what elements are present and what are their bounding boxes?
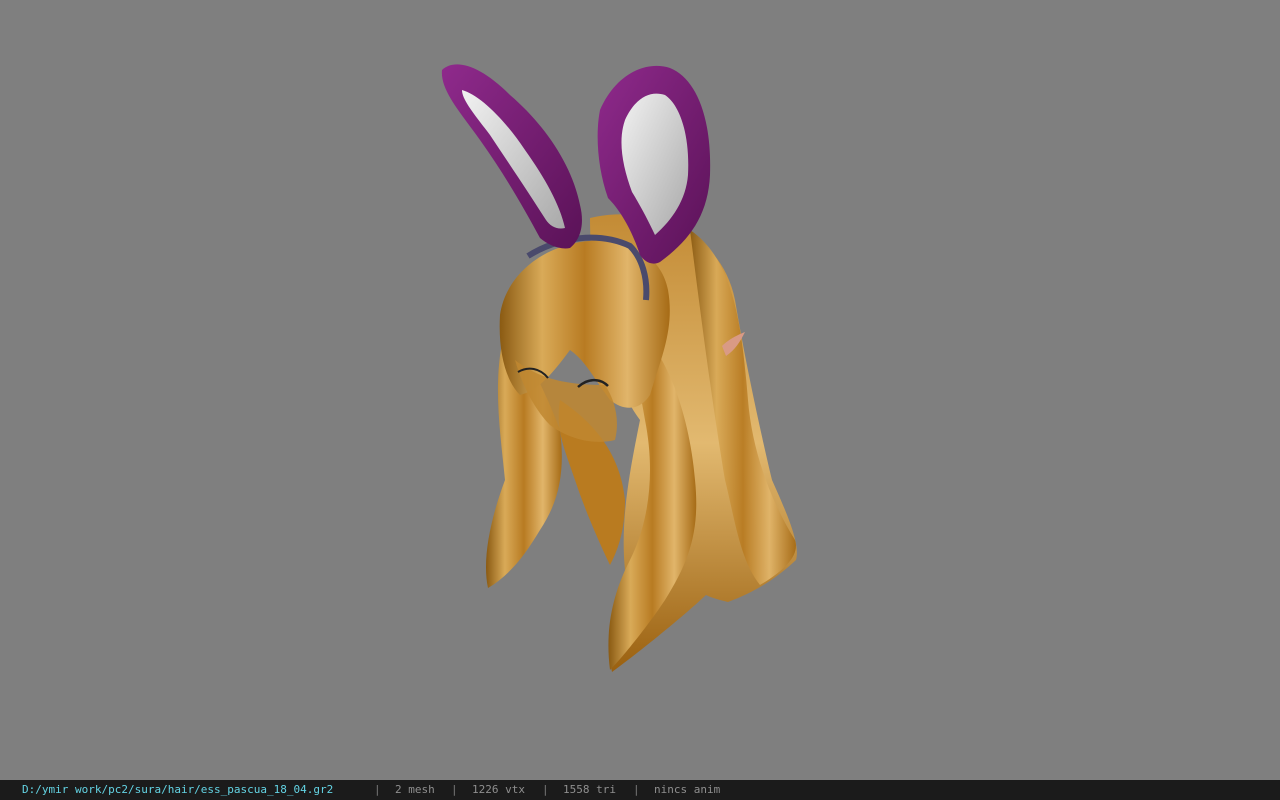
separator: | [374, 783, 381, 796]
separator: | [451, 783, 458, 796]
anim-status: nincs anim [654, 783, 721, 796]
vertex-count: 1226 vtx [472, 783, 525, 796]
separator: | [542, 783, 549, 796]
triangle-count: 1558 tri [563, 783, 616, 796]
separator: | [633, 783, 640, 796]
status-bar: D:/ymir work/pc2/sura/hair/ess_pascua_18… [0, 780, 1280, 800]
hair-model-render [441, 64, 797, 672]
file-path: D:/ymir work/pc2/sura/hair/ess_pascua_18… [22, 783, 334, 796]
mesh-count: 2 mesh [395, 783, 435, 796]
3d-viewport[interactable] [0, 0, 1280, 780]
